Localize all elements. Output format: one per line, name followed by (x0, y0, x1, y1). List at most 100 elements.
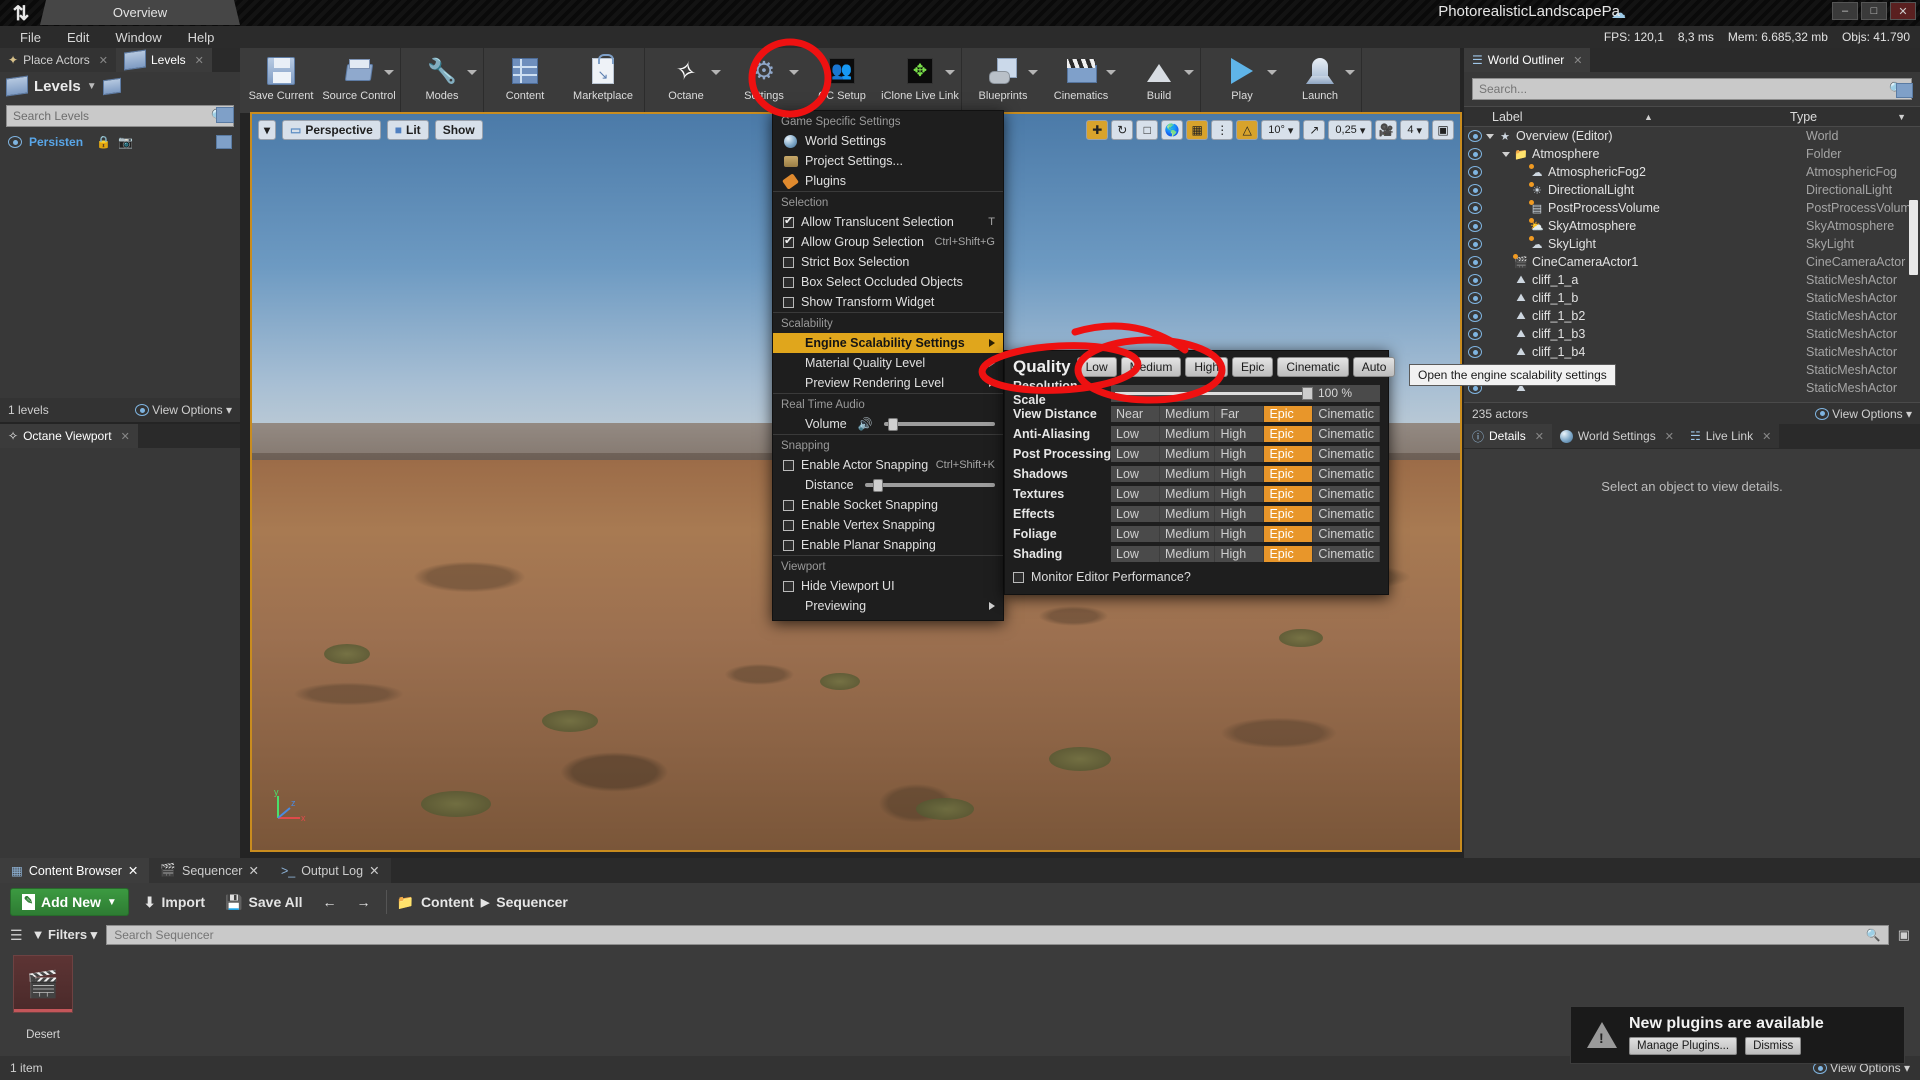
close-icon[interactable]: ✕ (1762, 430, 1771, 443)
checkbox[interactable] (783, 256, 794, 268)
maximize-viewport-icon[interactable]: ▣ (1432, 120, 1454, 140)
search-levels-input[interactable] (13, 109, 211, 123)
show-flags-button[interactable]: Show (434, 120, 483, 140)
tab-content-browser[interactable]: ▦ Content Browser ✕ (0, 858, 150, 883)
quality-cell[interactable]: Medium (1160, 485, 1216, 502)
add-level-button[interactable] (216, 107, 234, 123)
quality-cell[interactable]: Epic (1264, 545, 1314, 562)
menu-item-volume[interactable]: Volume 🔊 (773, 414, 1003, 434)
quality-cell[interactable]: High (1215, 445, 1265, 462)
resolution-scale-slider[interactable]: 100 % (1111, 384, 1380, 402)
close-icon[interactable]: ✕ (121, 430, 130, 443)
quality-cell[interactable]: Medium (1160, 505, 1216, 522)
chevron-down-icon[interactable]: ▼ (87, 81, 97, 92)
eye-icon[interactable] (1468, 166, 1482, 178)
tab-output-log[interactable]: >_ Output Log ✕ (269, 858, 391, 883)
menu-edit[interactable]: Edit (55, 28, 101, 47)
slider-track[interactable] (1115, 386, 1313, 400)
scale-snap-icon[interactable]: ↗ (1303, 120, 1326, 140)
quality-cell[interactable]: Epic (1264, 525, 1314, 542)
dismiss-button[interactable]: Dismiss (1745, 1037, 1802, 1055)
nav-forward-button[interactable]: → (352, 891, 376, 913)
quality-cell[interactable]: Epic (1264, 465, 1314, 482)
checkbox[interactable] (783, 539, 794, 551)
tab-details[interactable]: ⓘ Details ✕ (1464, 424, 1552, 448)
checkbox[interactable] (783, 459, 794, 471)
quality-cell[interactable]: Low (1111, 505, 1160, 522)
outliner-scrollbar[interactable] (1909, 200, 1918, 275)
menu-file[interactable]: File (8, 28, 53, 47)
quality-cell[interactable]: Cinematic (1313, 425, 1380, 442)
menu-item-plugins[interactable]: Plugins (773, 171, 1003, 191)
quality-cell[interactable]: Epic (1264, 425, 1314, 442)
toolbar-modes-button[interactable]: 🔧 Modes (403, 48, 481, 113)
menu-item-allow-translucent-selection[interactable]: Allow Translucent Selection T (773, 212, 1003, 232)
volume-slider[interactable] (883, 418, 995, 431)
menu-item-enable-actor-snapping[interactable]: Enable Actor Snapping Ctrl+Shift+K (773, 455, 1003, 475)
world-coords-icon[interactable]: 🌎 (1161, 120, 1184, 140)
quality-cell[interactable]: Low (1111, 525, 1160, 542)
quality-cell[interactable]: Medium (1160, 525, 1216, 542)
chevron-down-icon[interactable] (1028, 70, 1038, 75)
eye-icon[interactable] (1468, 346, 1482, 358)
quality-cell[interactable]: Cinematic (1313, 485, 1380, 502)
quality-cell[interactable]: High (1215, 505, 1265, 522)
quality-cell[interactable]: Far (1215, 405, 1265, 422)
camera-icon[interactable]: 📷 (118, 135, 133, 149)
menu-item-previewing[interactable]: Previewing (773, 596, 1003, 616)
quality-cell[interactable]: Medium (1160, 425, 1216, 442)
toolbar-content-button[interactable]: Content (486, 48, 564, 113)
outliner-row[interactable]: ⛰ cliff_1_b StaticMeshActor (1464, 289, 1920, 307)
slider-knob[interactable] (887, 418, 898, 431)
minimize-button[interactable]: – (1832, 2, 1858, 20)
eye-icon[interactable] (1468, 130, 1482, 142)
grid-value-icon[interactable]: ⋮ (1211, 120, 1234, 140)
menu-item-engine-scalability-settings[interactable]: Engine Scalability Settings (773, 333, 1003, 353)
angle-snap-icon[interactable]: △ (1236, 120, 1259, 140)
distance-slider[interactable] (864, 479, 995, 492)
quality-cell[interactable]: Medium (1160, 405, 1216, 422)
outliner-search-input[interactable] (1479, 82, 1889, 96)
quality-cell[interactable]: Epic (1264, 445, 1314, 462)
toolbar-save-current-button[interactable]: Save Current (242, 48, 320, 113)
menu-item-strict-box-selection[interactable]: Strict Box Selection (773, 252, 1003, 272)
breadcrumb-content[interactable]: Content (421, 894, 474, 910)
toolbar-build-button[interactable]: Build (1120, 48, 1198, 113)
quality-cell[interactable]: Cinematic (1313, 465, 1380, 482)
toolbar-iclone-live-link-button[interactable]: ✥ iClone Live Link (881, 48, 959, 113)
quality-cell[interactable]: Epic (1264, 405, 1314, 422)
quality-preset-medium-button[interactable]: Medium (1120, 357, 1182, 377)
quality-cell[interactable]: High (1215, 465, 1265, 482)
close-button[interactable]: ✕ (1890, 2, 1916, 20)
menu-item-enable-planar-snapping[interactable]: Enable Planar Snapping (773, 535, 1003, 555)
menu-item-enable-socket-snapping[interactable]: Enable Socket Snapping (773, 495, 1003, 515)
checkbox[interactable] (783, 276, 794, 288)
close-icon[interactable]: ✕ (248, 863, 258, 878)
nav-back-button[interactable]: ← (318, 891, 342, 913)
lock-icon[interactable]: 🔒 (96, 135, 111, 149)
menu-item-world-settings[interactable]: World Settings (773, 131, 1003, 151)
outliner-row[interactable]: ⛰ cliff_1_b2 StaticMeshActor (1464, 307, 1920, 325)
outliner-row[interactable]: 📁 Atmosphere Folder (1464, 145, 1920, 163)
chevron-down-icon[interactable] (467, 70, 477, 75)
filters-button[interactable]: ▼ Filters ▾ (32, 927, 98, 943)
tab-live-link[interactable]: ☵ Live Link ✕ (1681, 424, 1780, 448)
quality-cell[interactable]: High (1215, 425, 1265, 442)
quality-cell[interactable]: Near (1111, 405, 1160, 422)
outliner-row[interactable]: 🎬 CineCameraActor1 CineCameraActor (1464, 253, 1920, 271)
outliner-row[interactable]: ☁ SkyLight SkyLight (1464, 235, 1920, 253)
toolbar-settings-button[interactable]: ⚙ Settings (725, 48, 803, 113)
import-button[interactable]: ⬇ Import (139, 891, 210, 914)
menu-item-hide-viewport-ui[interactable]: Hide Viewport UI (773, 576, 1003, 596)
content-browser-search[interactable]: 🔍 (106, 925, 1889, 945)
checkbox[interactable] (783, 499, 794, 511)
camera-speed-value[interactable]: 4 ▾ (1400, 120, 1429, 140)
tab-world-settings[interactable]: World Settings ✕ (1551, 424, 1682, 448)
quality-cell[interactable]: Low (1111, 545, 1160, 562)
scale-mode-icon[interactable]: □ (1136, 120, 1159, 140)
checkbox[interactable] (783, 580, 794, 592)
eye-icon[interactable] (1468, 184, 1482, 196)
toolbar-blueprints-button[interactable]: Blueprints (964, 48, 1042, 113)
eye-icon[interactable] (1468, 310, 1482, 322)
column-header-label[interactable]: Label ▲ (1464, 110, 1784, 124)
